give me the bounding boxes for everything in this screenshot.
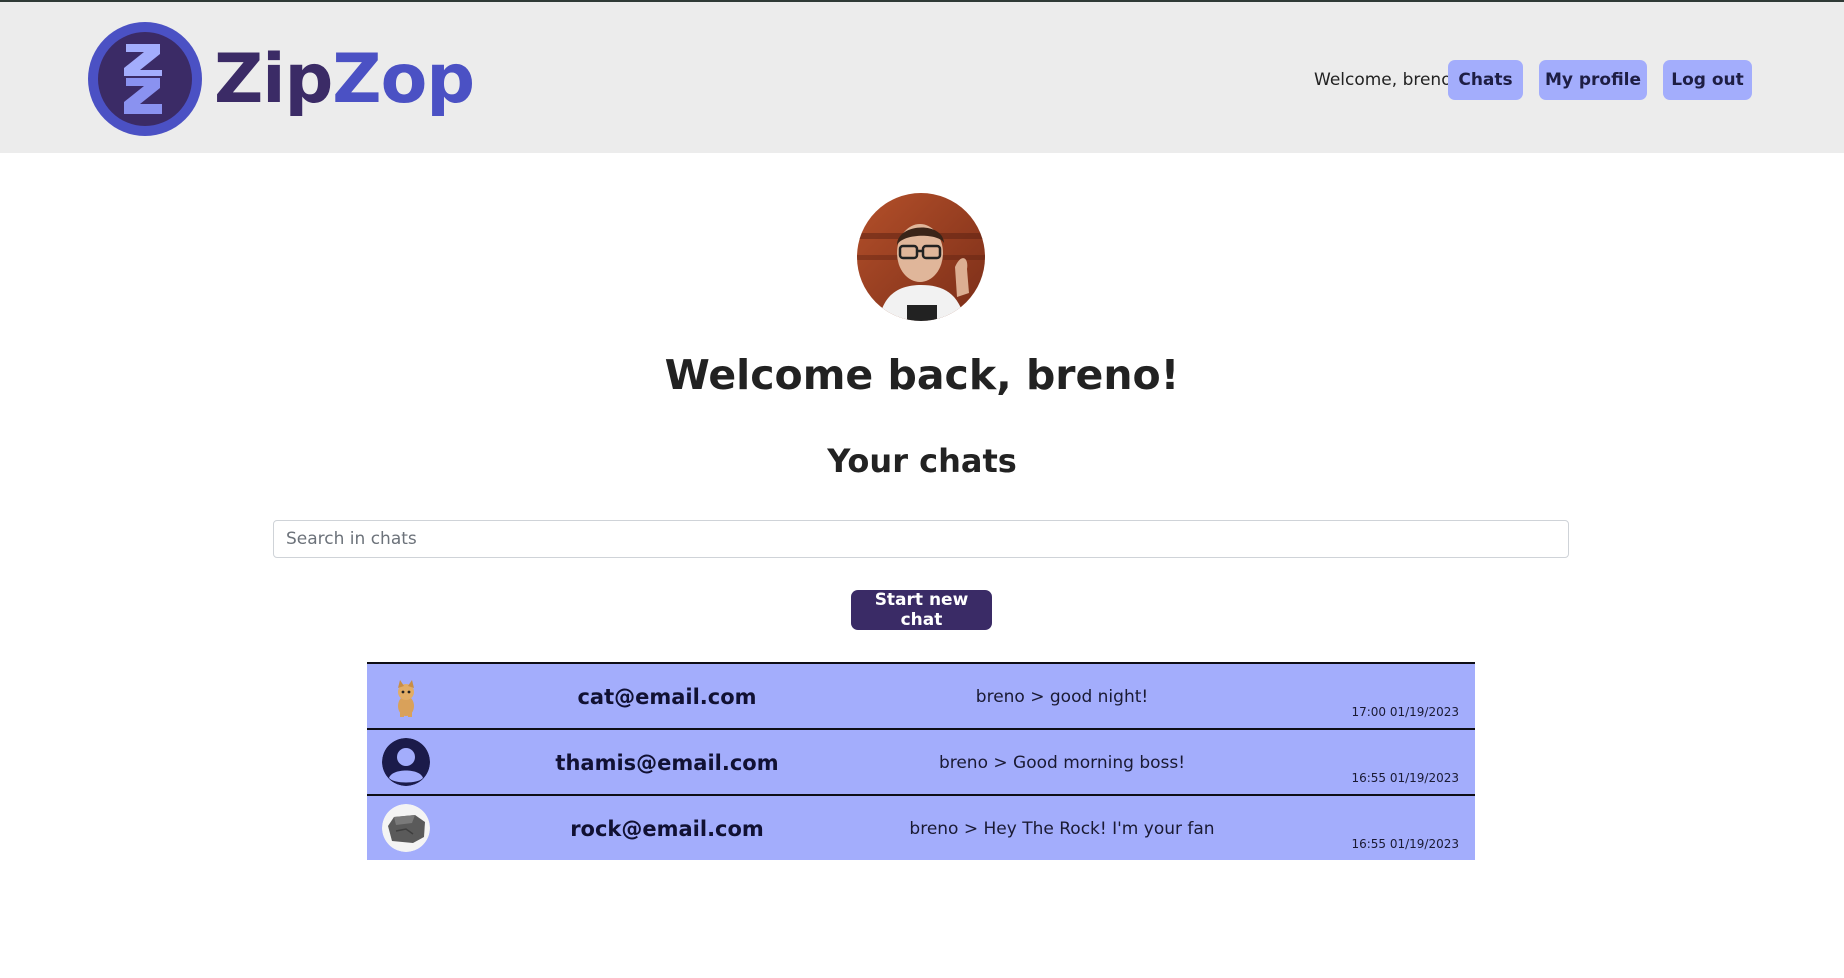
default-user-icon (382, 738, 430, 786)
your-chats-heading: Your chats (827, 442, 1017, 480)
welcome-user-text: Welcome, breno (1314, 70, 1452, 90)
zipzop-logo-icon[interactable] (88, 22, 202, 136)
chat-row[interactable]: thamis@email.com breno > Good morning bo… (367, 728, 1475, 794)
chat-last-message: breno > Hey The Rock! I'm your fan (909, 819, 1215, 839)
cat-avatar-icon (382, 672, 430, 720)
search-chats-input[interactable] (273, 520, 1569, 558)
my-profile-nav-button[interactable]: My profile (1539, 60, 1647, 100)
chat-timestamp: 17:00 01/19/2023 (1351, 705, 1459, 719)
start-new-chat-button[interactable]: Start new chat (851, 590, 992, 630)
chat-last-message: breno > Good morning boss! (938, 753, 1186, 773)
chat-email: cat@email.com (577, 685, 757, 709)
rock-avatar-icon (382, 804, 430, 852)
chat-timestamp: 16:55 01/19/2023 (1351, 837, 1459, 851)
brand-part-zip: Zip (214, 40, 333, 119)
chat-last-message: breno > good night! (975, 687, 1149, 707)
chat-row[interactable]: rock@email.com breno > Hey The Rock! I'm… (367, 794, 1475, 860)
chat-row[interactable]: cat@email.com breno > good night! 17:00 … (367, 662, 1475, 728)
navbar: ZipZop Welcome, breno Chats My profile L… (0, 2, 1844, 153)
chats-nav-button[interactable]: Chats (1448, 60, 1523, 100)
brand-name[interactable]: ZipZop (214, 40, 475, 120)
chat-email: thamis@email.com (555, 751, 779, 775)
user-avatar (857, 193, 985, 321)
chat-timestamp: 16:55 01/19/2023 (1351, 771, 1459, 785)
chat-email: rock@email.com (570, 817, 764, 841)
log-out-nav-button[interactable]: Log out (1663, 60, 1752, 100)
brand-part-zop: Zop (332, 40, 475, 119)
chat-list: cat@email.com breno > good night! 17:00 … (367, 662, 1475, 860)
welcome-heading: Welcome back, breno! (664, 351, 1180, 399)
